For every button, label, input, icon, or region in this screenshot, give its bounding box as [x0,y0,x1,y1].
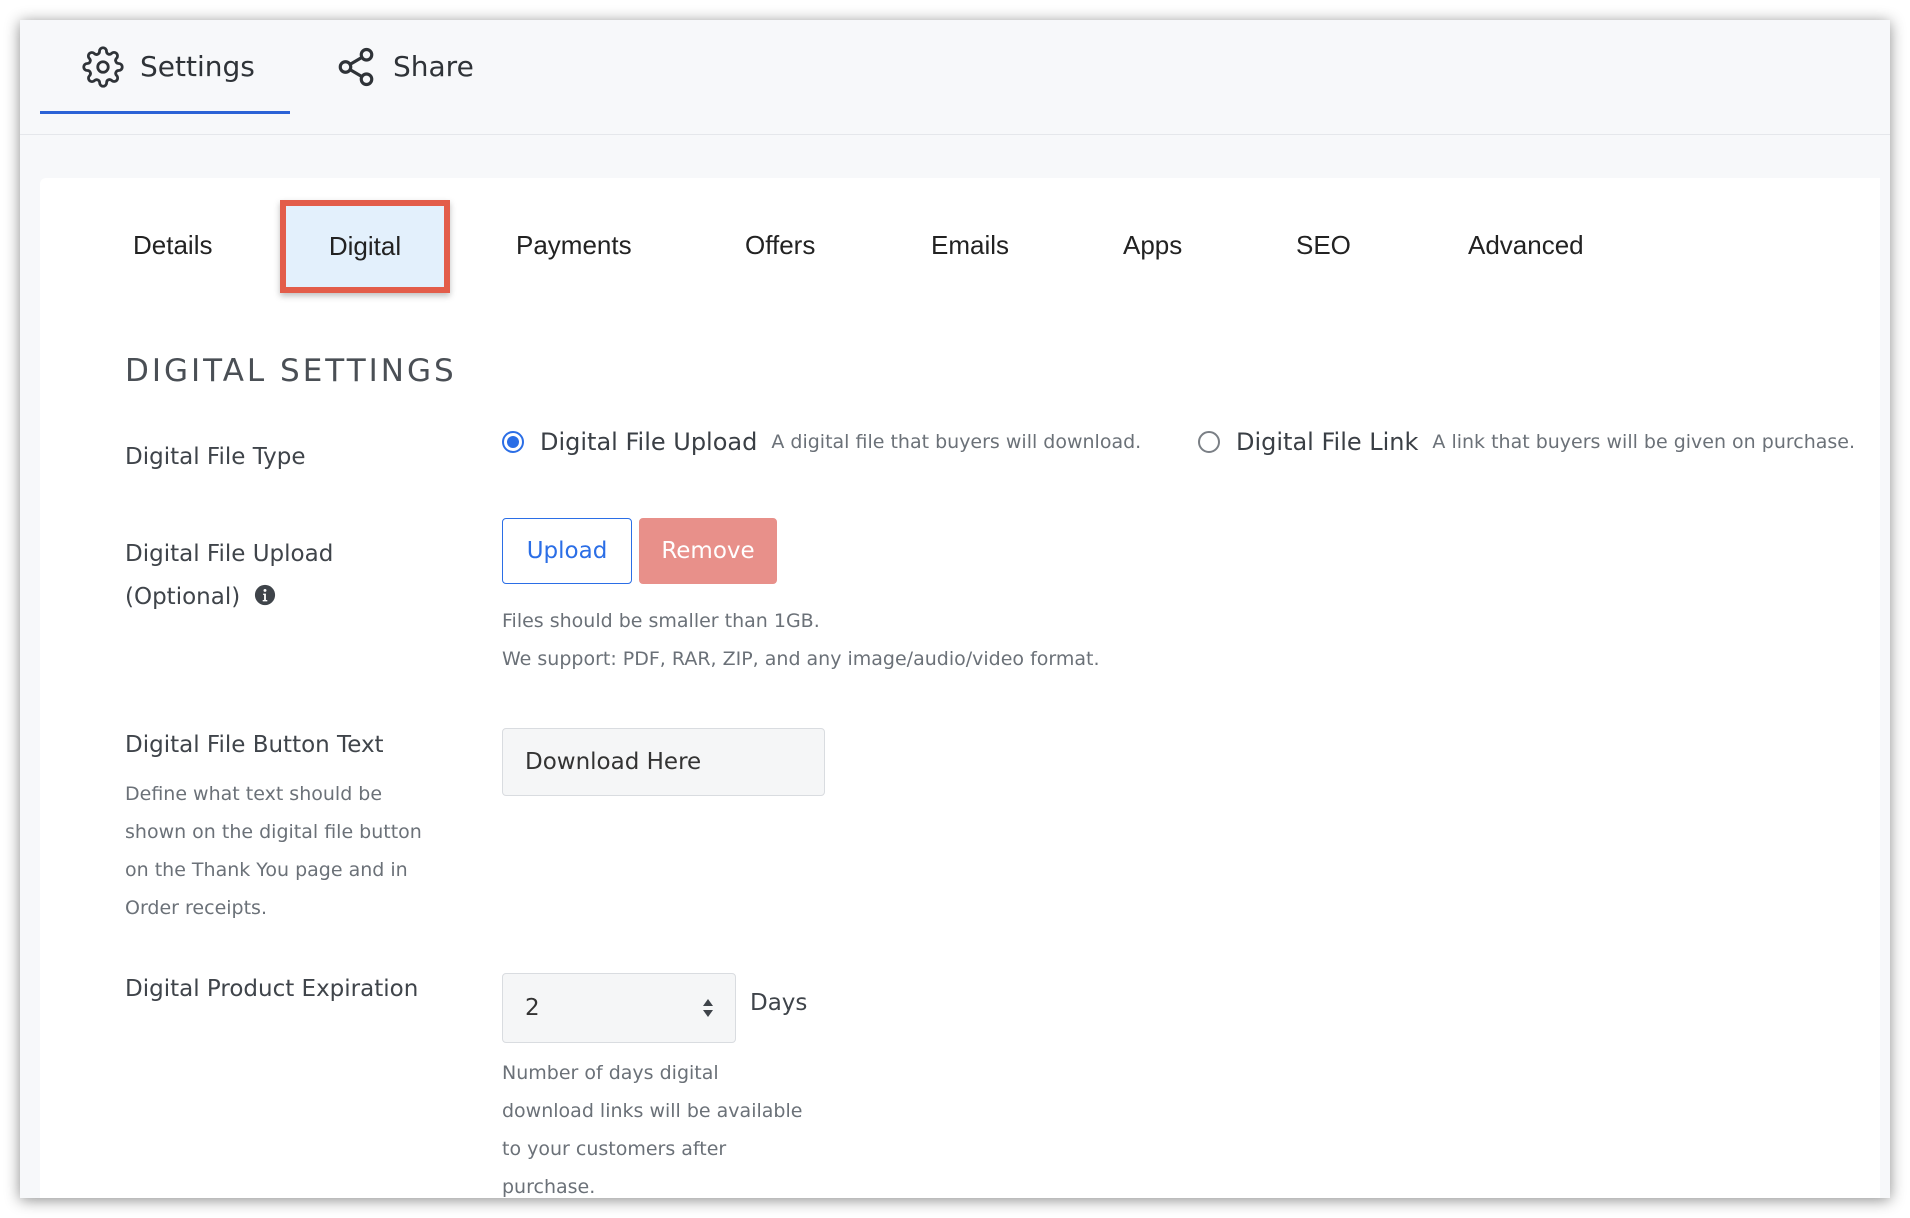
upload-format-note: We support: PDF, RAR, ZIP, and any image… [502,648,1100,670]
button-text-help-line: Order receipts. [125,897,267,919]
top-bar: Settings Share [20,20,1890,135]
subtab-offers[interactable]: Offers [745,230,815,261]
button-text-help: Define what text should be shown on the … [125,775,455,927]
expiration-help-line: download links will be available [502,1100,803,1122]
expiration-unit: Days [750,990,808,1016]
expiration-help: Number of days digital download links wi… [502,1054,802,1198]
tab-share-label: Share [393,50,474,83]
subtab-digital[interactable]: Digital [280,200,450,293]
file-type-label: Digital File Type [125,444,306,470]
subtab-bar: Details Digital Payments Offers Emails A… [40,178,1880,308]
settings-card: Details Digital Payments Offers Emails A… [40,178,1880,1198]
button-text-help-line: shown on the digital file button [125,821,422,843]
button-text-help-line: Define what text should be [125,783,383,805]
file-upload-label-line2: (Optional) [125,584,241,610]
radio-option-link[interactable]: Digital File Link A link that buyers wil… [1198,428,1855,456]
subtab-digital-label: Digital [328,231,402,261]
stepper-arrows-icon[interactable] [701,996,715,1020]
tab-settings-label: Settings [140,50,255,83]
radio-option-upload[interactable]: Digital File Upload A digital file that … [502,428,1141,456]
expiration-stepper[interactable]: 2 [502,973,736,1043]
app-window: Settings Share Details Digital Payments … [20,20,1890,1198]
expiration-help-line: purchase. [502,1176,596,1198]
tab-share[interactable]: Share [335,20,474,113]
file-upload-label-line2-wrap: (Optional) [125,576,333,619]
subtab-details[interactable]: Details [133,230,212,261]
radio-upload-description: A digital file that buyers will download… [771,431,1142,453]
subtab-seo[interactable]: SEO [1296,230,1351,261]
radio-link-label: Digital File Link [1236,428,1419,456]
tab-settings[interactable]: Settings [40,20,290,113]
subtab-emails[interactable]: Emails [931,230,1009,261]
button-text-input[interactable] [502,728,825,796]
expiration-value: 2 [525,995,540,1021]
expiration-label: Digital Product Expiration [125,976,419,1002]
expiration-help-line: Number of days digital [502,1062,719,1084]
expiration-help-line: to your customers after [502,1138,727,1160]
subtab-apps[interactable]: Apps [1123,230,1182,261]
subtab-payments[interactable]: Payments [516,230,632,261]
radio-link-description: A link that buyers will be given on purc… [1432,431,1856,453]
gear-icon [82,45,124,88]
button-text-label: Digital File Button Text [125,732,384,758]
section-title: DIGITAL SETTINGS [125,353,457,389]
upload-button[interactable]: Upload [502,518,632,584]
radio-link[interactable] [1198,431,1220,453]
active-tab-underline [40,111,290,114]
radio-upload[interactable] [502,431,524,453]
info-icon[interactable] [254,584,276,606]
button-text-help-line: on the Thank You page and in [125,859,408,881]
file-upload-label: Digital File Upload (Optional) [125,533,333,619]
share-icon [338,47,374,86]
remove-button[interactable]: Remove [639,518,777,584]
subtab-advanced[interactable]: Advanced [1468,230,1584,261]
file-upload-label-line1: Digital File Upload [125,541,334,567]
upload-size-note: Files should be smaller than 1GB. [502,610,820,632]
radio-upload-label: Digital File Upload [540,428,758,456]
